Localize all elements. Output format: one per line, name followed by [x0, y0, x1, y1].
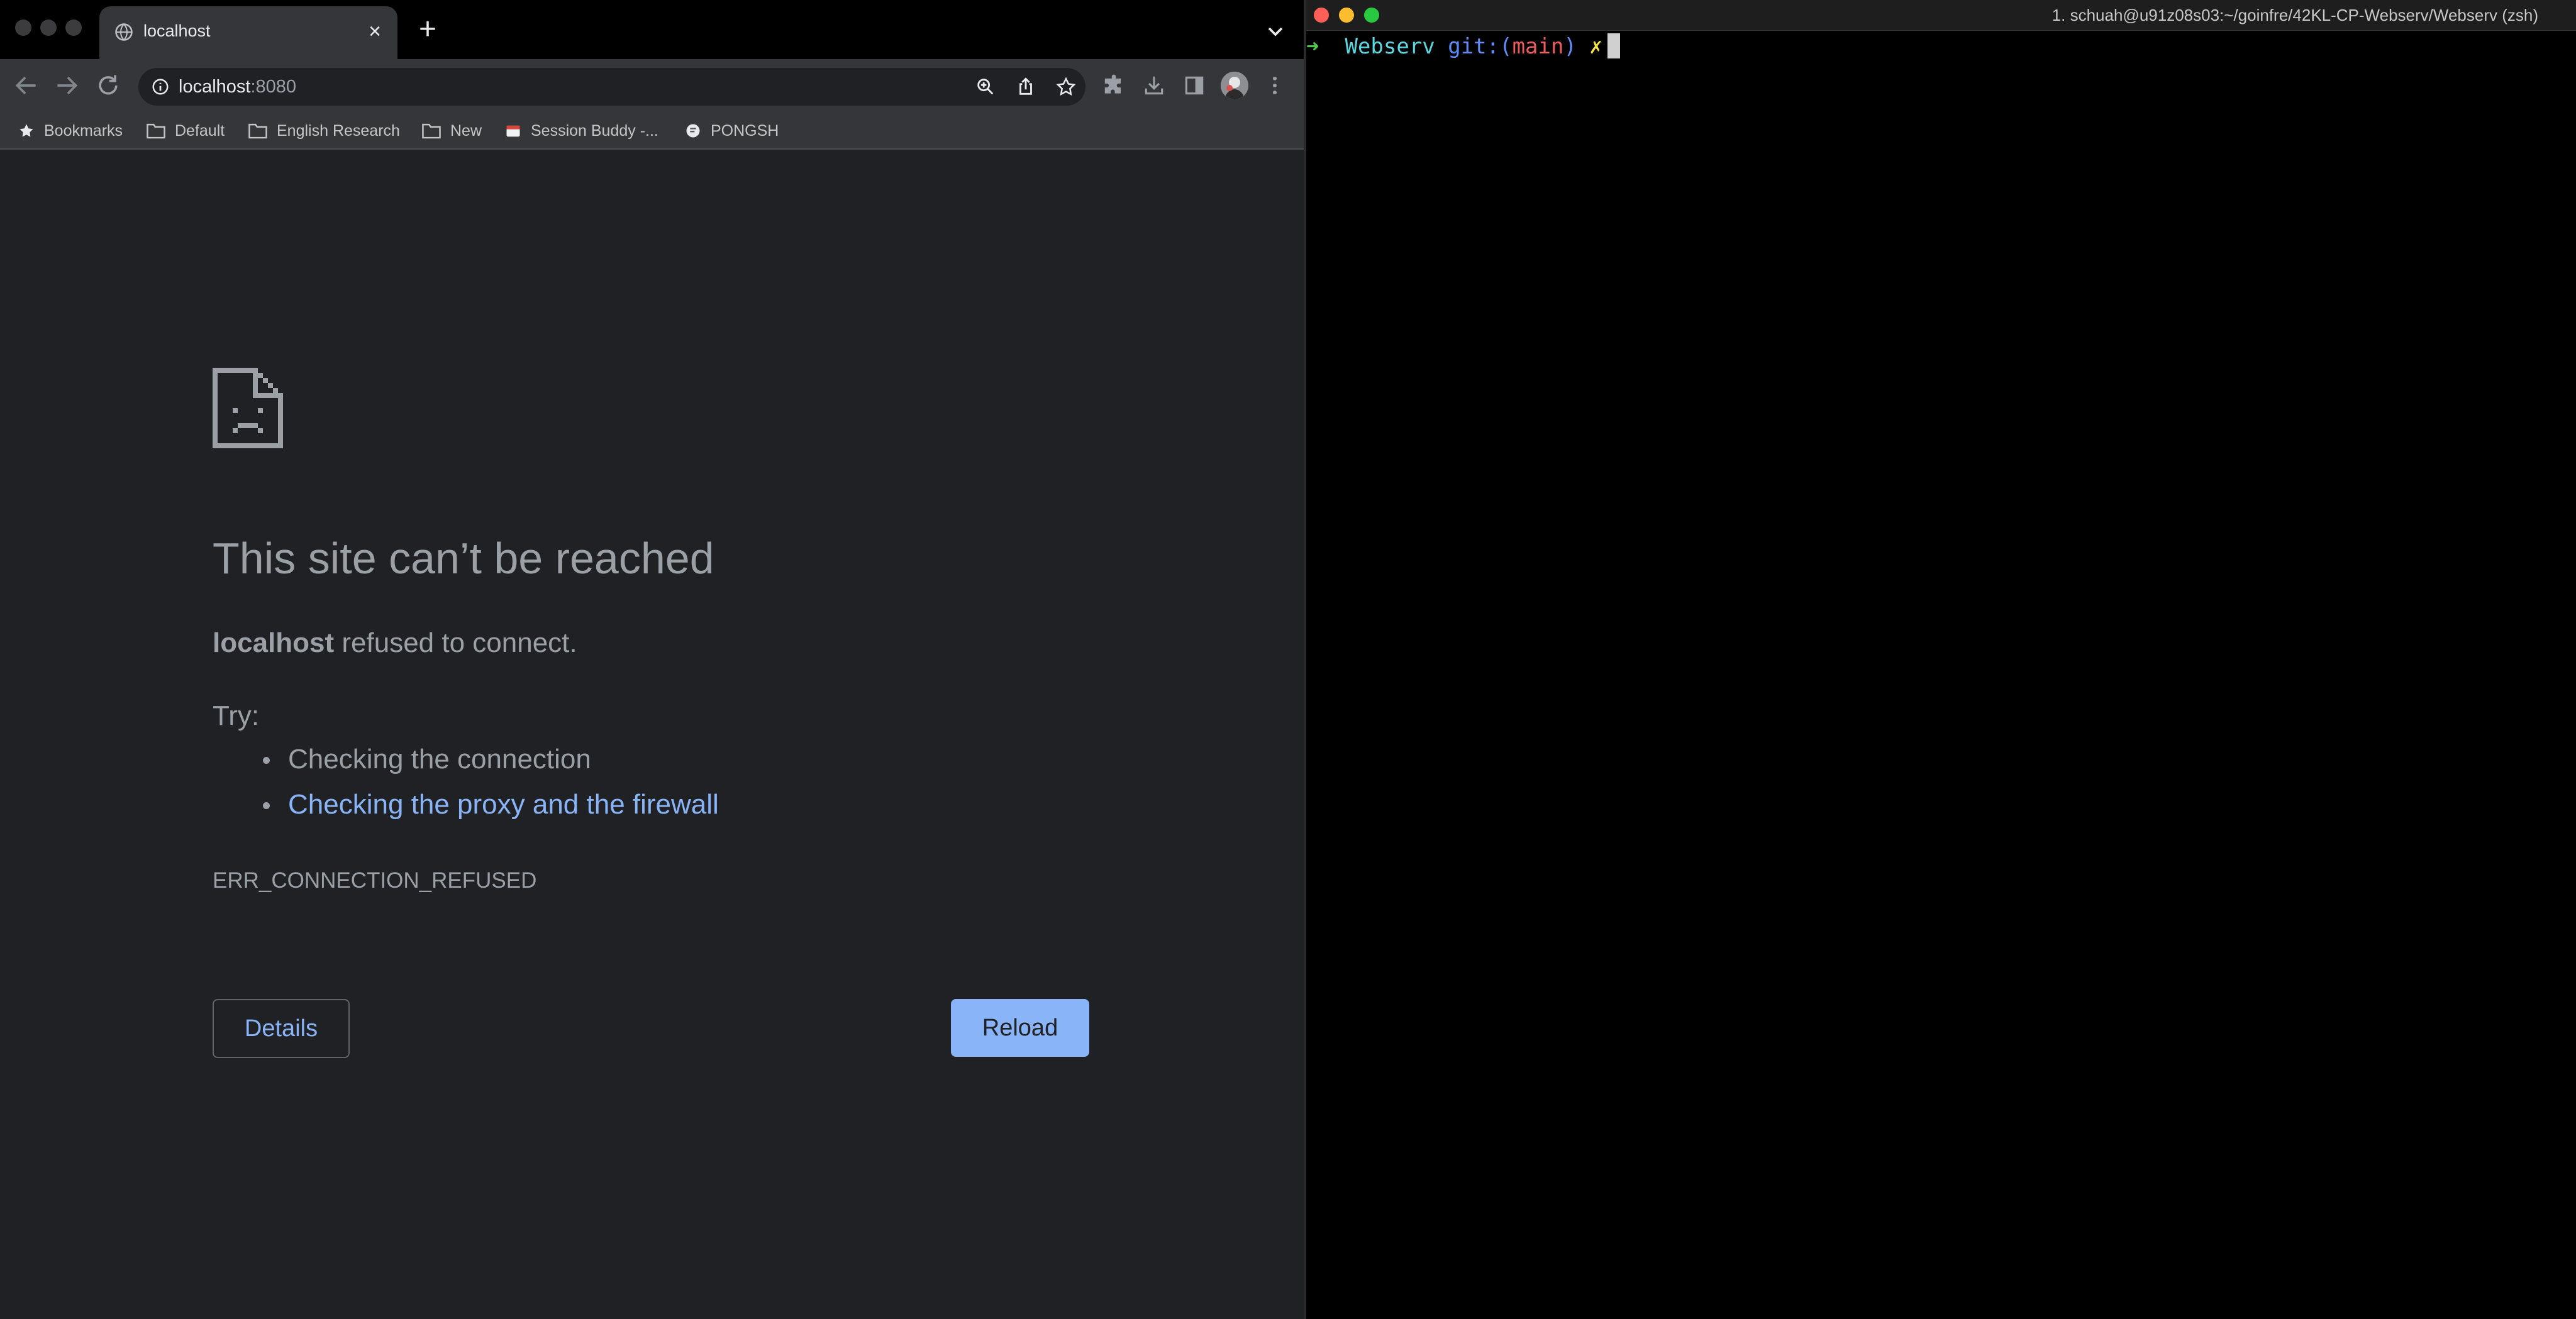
- tab-strip: localhost × +: [0, 0, 1304, 59]
- bookmarks-bar: Bookmarks Default English Research New S…: [0, 113, 1304, 150]
- star-icon: [19, 124, 33, 137]
- browser-window: localhost × + localhost:8080 Bookmarks D…: [0, 0, 1304, 1319]
- error-code: ERR_CONNECTION_REFUSED: [213, 868, 537, 893]
- prompt-dirty-mark: ✗: [1589, 34, 1602, 59]
- window-zoom-button[interactable]: [65, 19, 82, 36]
- tab-title: localhost: [143, 21, 211, 40]
- terminal-title: 1. schuah@u91z08s03:~/goinfre/42KL-CP-We…: [2051, 6, 2538, 25]
- bookmark-label: Session Buddy -...: [531, 121, 658, 140]
- address-bar[interactable]: localhost:8080: [138, 68, 1085, 106]
- download-icon[interactable]: [1142, 74, 1166, 97]
- prompt-arrow: ➜: [1306, 34, 1319, 59]
- bookmark-label: English Research: [277, 121, 400, 140]
- bookmark-label: New: [450, 121, 482, 140]
- window-close-button[interactable]: [15, 19, 31, 36]
- bookmark-folder-default[interactable]: Default: [146, 113, 225, 148]
- reload-button[interactable]: Reload: [951, 999, 1089, 1057]
- url-text[interactable]: localhost:8080: [179, 77, 296, 97]
- sad-document-icon: [213, 368, 283, 448]
- prompt-git-close: ): [1563, 34, 1577, 59]
- bookmark-label: PONGSH: [711, 121, 779, 140]
- bookmark-pongsh[interactable]: PONGSH: [684, 113, 779, 148]
- details-button[interactable]: Details: [213, 999, 350, 1058]
- suggestion-list: Checking the connection Checking the pro…: [252, 741, 719, 831]
- suggestion-proxy-firewall-link[interactable]: Checking the proxy and the firewall: [252, 786, 719, 831]
- terminal-cursor: [1607, 33, 1620, 58]
- bookmark-label: Default: [175, 121, 225, 140]
- prompt-git-label: git:(: [1448, 34, 1513, 59]
- bookmark-label: Bookmarks: [44, 121, 123, 140]
- terminal-window[interactable]: 1. schuah@u91z08s03:~/goinfre/42KL-CP-We…: [1306, 0, 2576, 1319]
- tab-localhost[interactable]: localhost ×: [99, 6, 397, 59]
- window-minimize-button[interactable]: [40, 19, 57, 36]
- try-label: Try:: [213, 700, 260, 731]
- extensions-puzzle-icon[interactable]: [1102, 74, 1126, 97]
- bookmark-session-buddy[interactable]: Session Buddy -...: [504, 113, 658, 148]
- terminal-zoom-button[interactable]: [1364, 8, 1379, 23]
- side-panel-icon[interactable]: [1182, 74, 1206, 97]
- browser-toolbar: localhost:8080: [0, 59, 1304, 113]
- prompt-directory: Webserv: [1345, 34, 1435, 59]
- globe-icon: [115, 23, 133, 41]
- forward-arrow-icon[interactable]: [53, 72, 80, 99]
- bookmark-star-icon[interactable]: [1055, 76, 1077, 97]
- terminal-prompt[interactable]: ➜ Webserv git:(main) ✗: [1306, 33, 1620, 60]
- site-info-icon[interactable]: [151, 77, 170, 96]
- error-host: localhost: [213, 627, 335, 658]
- session-buddy-icon: [506, 125, 520, 137]
- folder-icon: [147, 123, 165, 139]
- new-tab-plus-icon[interactable]: +: [415, 14, 440, 45]
- error-title: This site can’t be reached: [213, 534, 714, 583]
- tab-search-chevron-icon[interactable]: [1263, 19, 1288, 44]
- bookmark-item-bookmarks[interactable]: Bookmarks: [18, 113, 123, 148]
- terminal-titlebar: 1. schuah@u91z08s03:~/goinfre/42KL-CP-We…: [1306, 0, 2576, 31]
- terminal-minimize-button[interactable]: [1339, 8, 1354, 23]
- prompt-branch: main: [1512, 34, 1564, 59]
- reload-icon[interactable]: [94, 72, 122, 99]
- terminal-close-button[interactable]: [1314, 8, 1329, 23]
- bookmark-folder-english-research[interactable]: English Research: [248, 113, 400, 148]
- back-arrow-icon[interactable]: [13, 72, 40, 99]
- more-menu-icon[interactable]: [1263, 74, 1287, 97]
- error-page: This site can’t be reached localhost ref…: [0, 150, 1304, 1319]
- bookmark-folder-new[interactable]: New: [421, 113, 482, 148]
- folder-icon: [248, 123, 267, 139]
- suggestion-check-connection: Checking the connection: [252, 741, 719, 786]
- profile-avatar[interactable]: [1221, 72, 1248, 99]
- avatar-image-icon: [1221, 72, 1248, 99]
- zoom-icon[interactable]: [975, 76, 996, 97]
- pongsh-icon: [686, 124, 700, 138]
- share-icon[interactable]: [1015, 76, 1036, 97]
- folder-icon: [422, 123, 441, 139]
- tab-close-icon[interactable]: ×: [364, 20, 386, 43]
- error-message: localhost refused to connect.: [213, 627, 577, 658]
